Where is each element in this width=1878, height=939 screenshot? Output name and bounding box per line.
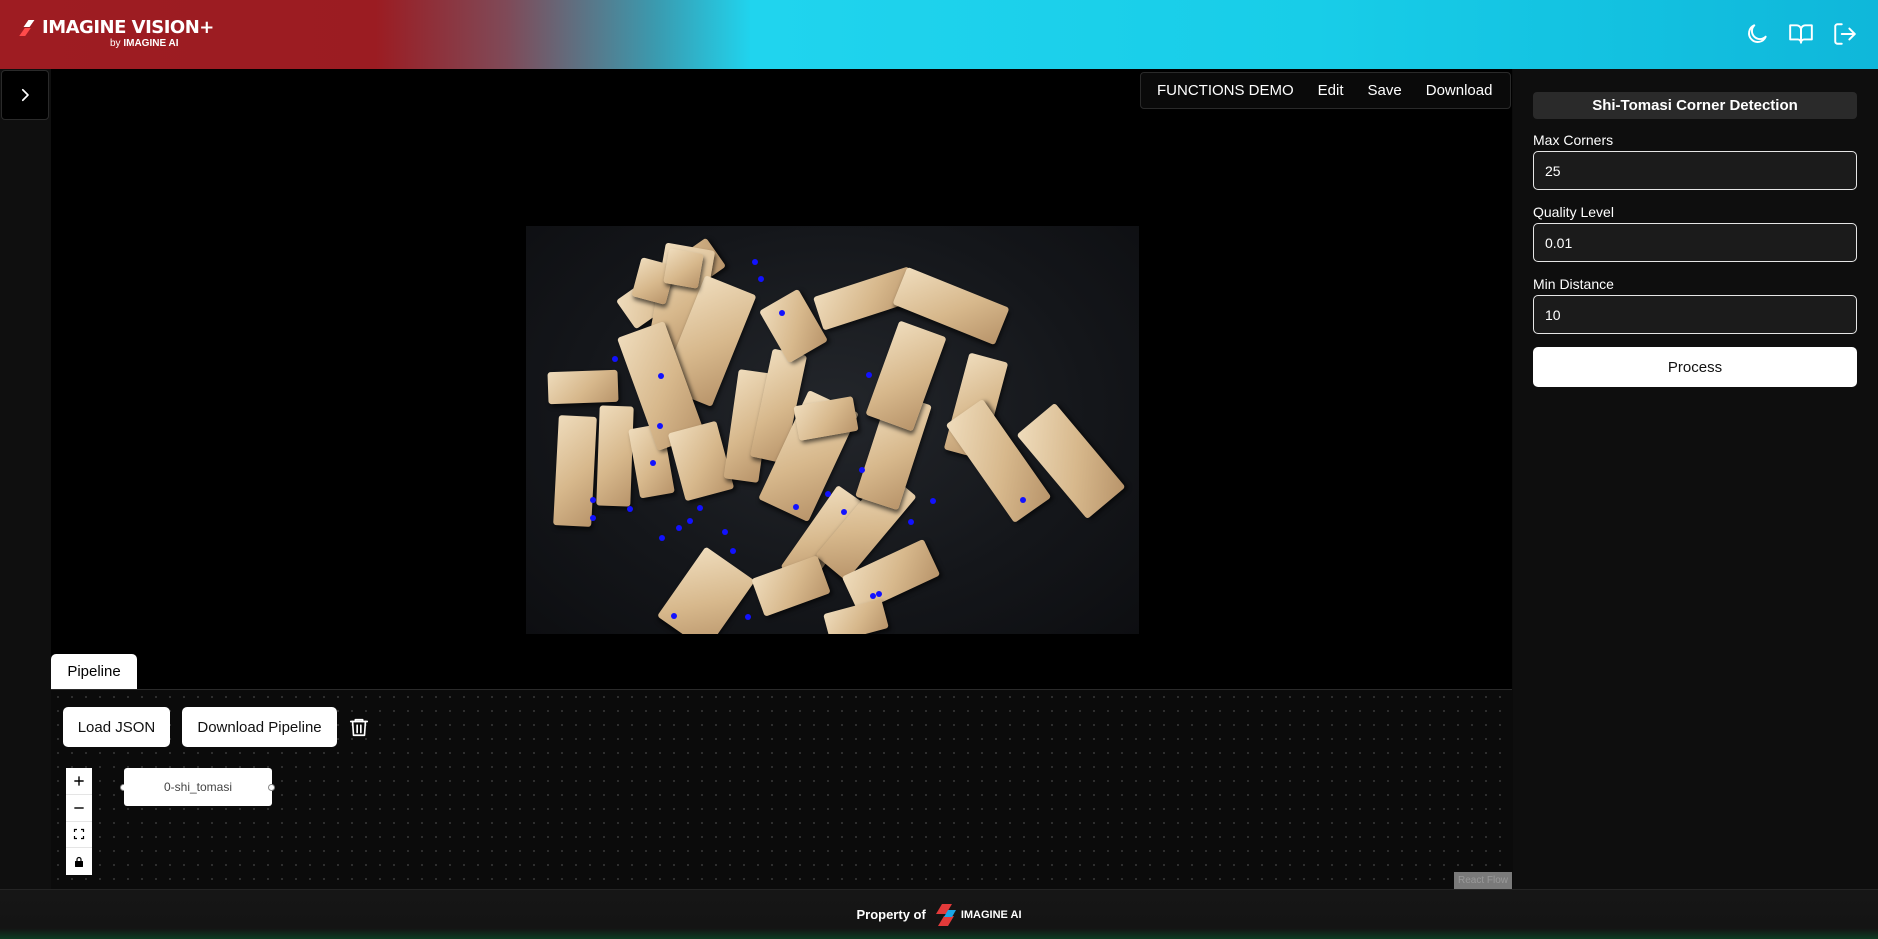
detected-corner-marker: [590, 515, 596, 521]
detected-corner-marker: [590, 497, 596, 503]
parameters-panel: [1513, 69, 1878, 889]
detected-corner-marker: [627, 506, 633, 512]
wood-block: [596, 405, 634, 507]
brand-subtitle: by IMAGINE AI: [110, 38, 179, 49]
footer: Property of IMAGINE AI: [0, 889, 1878, 939]
zoom-controls: [66, 768, 92, 875]
wood-block: [553, 415, 597, 527]
brand-name: IMAGINE VISION+: [42, 17, 214, 38]
menu-download[interactable]: Download: [1414, 82, 1505, 99]
wood-block: [663, 248, 704, 289]
detected-corner-marker: [722, 529, 728, 535]
detected-corner-marker: [687, 518, 693, 524]
detected-corner-marker: [758, 276, 764, 282]
plus-icon: [74, 776, 84, 786]
menu-save[interactable]: Save: [1356, 82, 1414, 99]
load-json-button[interactable]: Load JSON: [63, 707, 170, 747]
wood-block: [865, 320, 947, 432]
trash-icon[interactable]: [348, 716, 370, 738]
book-icon[interactable]: [1788, 21, 1814, 47]
detected-corner-marker: [908, 519, 914, 525]
wood-block: [667, 420, 735, 502]
detected-corner-marker: [930, 498, 936, 504]
detected-corner-marker: [650, 460, 656, 466]
top-header: IMAGINE VISION+ by IMAGINE AI: [0, 0, 1878, 69]
download-pipeline-button[interactable]: Download Pipeline: [182, 707, 337, 747]
imagine-ai-logo-icon: [935, 903, 956, 926]
detected-corner-marker: [779, 310, 785, 316]
moon-icon[interactable]: [1744, 21, 1770, 47]
lock-icon: [75, 856, 83, 867]
detected-corner-marker: [671, 613, 677, 619]
logout-icon[interactable]: [1832, 21, 1858, 47]
footer-logo: IMAGINE AI: [934, 903, 1022, 926]
zoom-out-button[interactable]: [66, 795, 92, 822]
header-actions: [1744, 21, 1858, 47]
detected-corner-marker: [859, 467, 865, 473]
max-corners-label: Max Corners: [1533, 132, 1614, 148]
minus-icon: [74, 806, 84, 809]
tab-pipeline[interactable]: Pipeline: [51, 654, 137, 689]
detected-corner-marker: [1020, 497, 1026, 503]
detected-corner-marker: [659, 535, 665, 541]
wood-block: [657, 546, 755, 634]
detected-corner-marker: [752, 259, 758, 265]
left-rail: [0, 69, 51, 889]
menu-functions-demo[interactable]: FUNCTIONS DEMO: [1141, 82, 1306, 99]
detected-corner-marker: [866, 372, 872, 378]
detected-corner-marker: [870, 593, 876, 599]
detected-corner-marker: [730, 548, 736, 554]
min-distance-label: Min Distance: [1533, 276, 1614, 292]
node-output-handle[interactable]: [268, 784, 275, 791]
wood-block: [547, 369, 619, 405]
detected-corner-marker: [876, 591, 882, 597]
min-distance-input[interactable]: [1533, 295, 1857, 334]
processed-image: [526, 226, 1139, 634]
pipeline-node[interactable]: 0-shi_tomasi: [124, 768, 272, 806]
detected-corner-marker: [612, 356, 618, 362]
panel-title: Shi-Tomasi Corner Detection: [1533, 92, 1857, 119]
detected-corner-marker: [745, 614, 751, 620]
quality-level-label: Quality Level: [1533, 204, 1614, 220]
fit-view-button[interactable]: [66, 822, 92, 849]
process-button[interactable]: Process: [1533, 347, 1857, 387]
max-corners-input[interactable]: [1533, 151, 1857, 190]
zoom-in-button[interactable]: [66, 768, 92, 795]
quality-level-input[interactable]: [1533, 223, 1857, 262]
detected-corner-marker: [676, 525, 682, 531]
detected-corner-marker: [697, 505, 703, 511]
top-menu: FUNCTIONS DEMO Edit Save Download: [1140, 72, 1511, 109]
detected-corner-marker: [793, 504, 799, 510]
detected-corner-marker: [657, 423, 663, 429]
menu-edit[interactable]: Edit: [1306, 82, 1356, 99]
detected-corner-marker: [658, 373, 664, 379]
footer-property-text: Property of: [856, 907, 926, 922]
wood-block: [751, 555, 831, 617]
lock-button[interactable]: [66, 848, 92, 875]
chevron-right-icon: [21, 88, 29, 102]
app-root: IMAGINE VISION+ by IMAGINE AI FUNCTIONS …: [0, 0, 1878, 939]
sidebar-toggle-button[interactable]: [1, 70, 49, 120]
detected-corner-marker: [825, 491, 831, 497]
fit-view-icon: [73, 829, 85, 840]
react-flow-attribution[interactable]: React Flow: [1454, 872, 1512, 889]
logo-mark-icon: [19, 20, 42, 36]
image-canvas: [51, 69, 1512, 689]
detected-corner-marker: [841, 509, 847, 515]
brand-logo[interactable]: IMAGINE VISION+ by IMAGINE AI: [19, 17, 214, 49]
